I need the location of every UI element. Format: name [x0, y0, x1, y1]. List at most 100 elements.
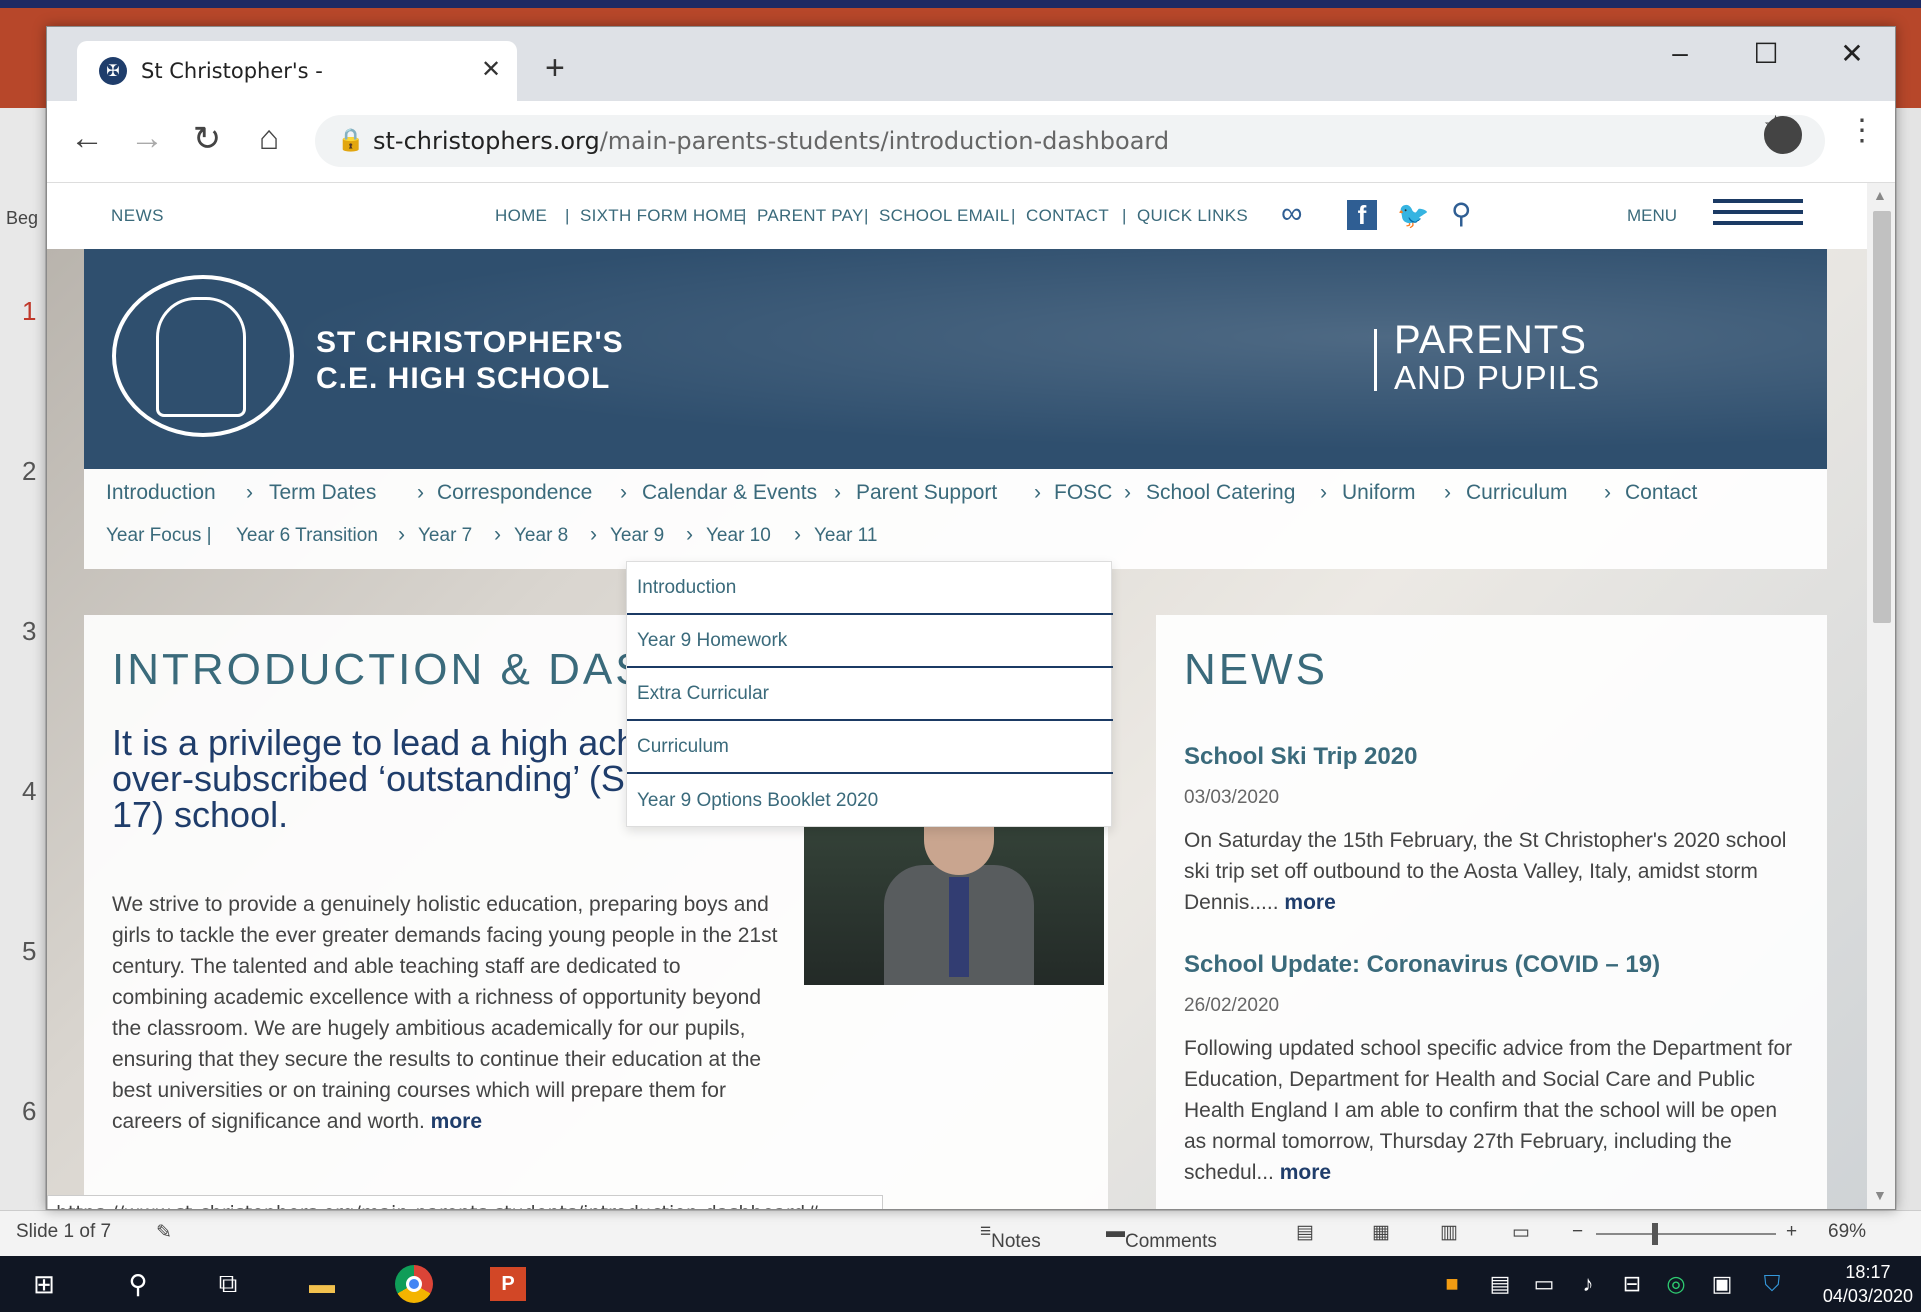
new-tab-button[interactable]: + — [545, 49, 565, 88]
maximize-button[interactable]: ☐ — [1741, 37, 1791, 70]
section-nav-introduction[interactable]: Introduction — [106, 481, 216, 505]
notes-edit-icon[interactable]: ✎ — [156, 1221, 172, 1244]
search-icon[interactable]: ⚲ — [118, 1264, 158, 1304]
dropdown-item-curriculum[interactable]: Curriculum — [627, 721, 1113, 774]
site-banner: ST CHRISTOPHER'S C.E. HIGH SCHOOL PARENT… — [84, 249, 1827, 469]
comments-button[interactable]: ▬ Comments — [1106, 1221, 1217, 1252]
nav-contact[interactable]: CONTACT — [1026, 206, 1109, 226]
chrome-taskbar-icon[interactable] — [394, 1264, 434, 1304]
powerpoint-taskbar-icon[interactable]: P — [488, 1264, 528, 1304]
slide-number[interactable]: 4 — [22, 776, 36, 807]
powerpoint-scrollbar[interactable] — [1896, 108, 1921, 1210]
year-nav-year10[interactable]: Year 10 — [706, 525, 771, 547]
scrollbar-thumb[interactable] — [1873, 211, 1891, 623]
reading-view-icon[interactable]: ▥ — [1440, 1221, 1458, 1244]
section-nav-term-dates[interactable]: Term Dates — [269, 481, 376, 505]
section-nav-fosc[interactable]: FOSC — [1054, 481, 1112, 505]
system-clock[interactable]: 18:17 04/03/2020 — [1823, 1260, 1913, 1308]
dropdown-item-extra-curricular[interactable]: Extra Curricular — [627, 668, 1113, 721]
slideshow-icon[interactable]: ▭ — [1512, 1221, 1530, 1244]
search-icon[interactable]: ⚲ — [1451, 197, 1472, 230]
hamburger-menu-icon[interactable] — [1713, 199, 1803, 231]
slide-number[interactable]: 5 — [22, 936, 36, 967]
year-nav-year8[interactable]: Year 8 — [514, 525, 568, 547]
slide-number[interactable]: 6 — [22, 1096, 36, 1127]
volume-icon[interactable]: ♪ — [1568, 1264, 1608, 1304]
nav-quick-links[interactable]: QUICK LINKS — [1137, 206, 1248, 226]
task-view-icon[interactable]: ⧉ — [208, 1264, 248, 1304]
powerpoint-title-strip — [0, 0, 1921, 8]
year-nav-year6[interactable]: Year 6 Transition — [236, 525, 378, 547]
scroll-up-arrow-icon[interactable]: ▲ — [1873, 187, 1887, 203]
zoom-out-button[interactable]: − — [1572, 1221, 1583, 1243]
news-more-link[interactable]: more — [1284, 891, 1335, 914]
file-explorer-icon[interactable]: ▬ — [302, 1264, 342, 1304]
year-nav-year11[interactable]: Year 11 — [814, 525, 877, 547]
slide-number[interactable]: 2 — [22, 456, 36, 487]
close-window-button[interactable]: ✕ — [1827, 37, 1877, 70]
minimize-button[interactable]: – — [1655, 37, 1705, 69]
intro-more-link[interactable]: more — [431, 1110, 482, 1133]
infinity-icon[interactable]: ∞ — [1281, 197, 1302, 231]
news-item-title[interactable]: School Ski Trip 2020 — [1184, 743, 1417, 771]
nav-home[interactable]: HOME — [495, 206, 547, 226]
windows-start-icon[interactable]: ⊞ — [24, 1264, 64, 1304]
dropdown-item-year9-homework[interactable]: Year 9 Homework — [627, 615, 1113, 668]
url-text[interactable]: st-christophers.org/main-parents-student… — [373, 127, 1169, 155]
section-nav-parent-support[interactable]: Parent Support — [856, 481, 997, 505]
zoom-slider-thumb[interactable] — [1652, 1223, 1658, 1245]
twitter-icon[interactable]: 🐦 — [1397, 200, 1429, 231]
profile-avatar-icon[interactable] — [1764, 116, 1802, 154]
back-arrow-icon[interactable]: ← — [65, 119, 109, 158]
scroll-down-arrow-icon[interactable]: ▼ — [1873, 1187, 1887, 1203]
tray-device-icon[interactable]: ▣ — [1702, 1264, 1742, 1304]
section-nav: Introduction › Term Dates › Corresponden… — [84, 469, 1827, 569]
facebook-icon[interactable]: f — [1347, 200, 1377, 230]
news-link[interactable]: NEWS — [111, 206, 164, 226]
chevron-right-icon: › — [398, 523, 405, 546]
section-nav-calendar[interactable]: Calendar & Events — [642, 481, 817, 505]
zoom-level[interactable]: 69% — [1828, 1221, 1866, 1243]
tray-printer-icon[interactable]: ▤ — [1480, 1264, 1520, 1304]
normal-view-icon[interactable]: ▤ — [1296, 1221, 1314, 1244]
close-tab-icon[interactable]: ✕ — [481, 55, 501, 84]
section-nav-school-catering[interactable]: School Catering — [1146, 481, 1295, 505]
slide-sorter-icon[interactable]: ▦ — [1372, 1221, 1390, 1244]
reload-icon[interactable]: ↻ — [185, 119, 229, 159]
section-nav-correspondence[interactable]: Correspondence — [437, 481, 592, 505]
section-nav-uniform[interactable]: Uniform — [1342, 481, 1416, 505]
network-icon[interactable]: ⊟ — [1612, 1264, 1652, 1304]
zoom-in-button[interactable]: + — [1786, 1221, 1797, 1243]
tray-app-icon[interactable]: ■ — [1432, 1264, 1472, 1304]
home-icon[interactable]: ⌂ — [247, 119, 291, 158]
notes-button[interactable]: ≡ Notes — [980, 1221, 1041, 1252]
news-more-link[interactable]: more — [1280, 1161, 1331, 1184]
page-scrollbar[interactable]: ▲ ▼ — [1867, 183, 1895, 1209]
browser-menu-icon[interactable]: ⋮ — [1847, 113, 1877, 148]
zoom-slider[interactable] — [1596, 1233, 1776, 1235]
slide-number[interactable]: 1 — [22, 296, 36, 327]
school-crest-logo[interactable] — [112, 275, 294, 437]
battery-icon[interactable]: ▭ — [1524, 1264, 1564, 1304]
year-nav-year7[interactable]: Year 7 — [418, 525, 472, 547]
section-nav-contact[interactable]: Contact — [1625, 481, 1697, 505]
url-domain: st-christophers.org — [373, 127, 600, 155]
chevron-right-icon: › — [494, 523, 501, 546]
dropdown-item-options-booklet[interactable]: Year 9 Options Booklet 2020 — [627, 774, 1113, 827]
nav-parent-pay[interactable]: PARENT PAY — [757, 206, 864, 226]
forward-arrow-icon[interactable]: → — [125, 119, 169, 158]
menu-label[interactable]: MENU — [1627, 206, 1677, 226]
news-item-title[interactable]: School Update: Coronavirus (COVID – 19) — [1184, 951, 1660, 979]
sync-icon[interactable]: ◎ — [1656, 1264, 1696, 1304]
address-bar[interactable]: 🔒 st-christophers.org/main-parents-stude… — [315, 115, 1825, 167]
nav-school-email[interactable]: SCHOOL EMAIL — [879, 206, 1010, 226]
slide-number[interactable]: 3 — [22, 616, 36, 647]
dropdown-item-introduction[interactable]: Introduction — [627, 562, 1113, 615]
year-nav-year9[interactable]: Year 9 — [610, 525, 664, 547]
nav-sixth-form-home[interactable]: SIXTH FORM HOME — [580, 206, 745, 226]
lock-icon[interactable]: 🔒 — [337, 127, 364, 153]
news-item-date: 03/03/2020 — [1184, 787, 1280, 808]
browser-tab[interactable]: ✠ St Christopher's - ✕ — [77, 41, 517, 101]
section-nav-curriculum[interactable]: Curriculum — [1466, 481, 1568, 505]
shield-icon[interactable]: ⛉ — [1752, 1264, 1792, 1304]
